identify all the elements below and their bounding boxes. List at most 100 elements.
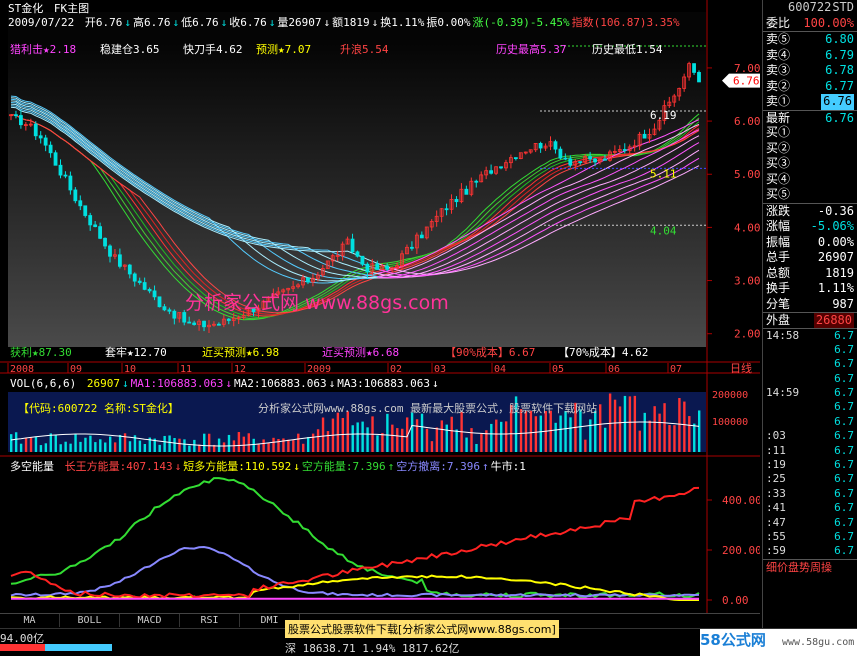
trade-row: :25 6.7 [763, 472, 857, 486]
trade-row: :41 6.7 [763, 501, 857, 515]
ask-list: 卖⑤ 6.80 卖④ 6.79 卖③ 6.78 卖② 6.77 卖① 6.76 [763, 31, 857, 110]
ask-label: 卖② [766, 78, 791, 93]
volume-bar [242, 436, 246, 452]
candle-body [43, 137, 48, 146]
trade-row: :03 6.7 [763, 429, 857, 443]
candle-body [98, 226, 102, 239]
ask-label: 卖⑤ [766, 32, 791, 46]
date-axis-label: 2008 [10, 364, 34, 375]
volume-bar [559, 415, 562, 452]
ask-price: 6.76 [821, 94, 854, 110]
tab-rsi[interactable]: RSI [180, 614, 240, 627]
indicator-item: ↑ [481, 460, 489, 473]
volume-bar [495, 419, 498, 452]
stat-value: 987 [832, 296, 854, 311]
price-level-label: 6.19 [650, 109, 677, 122]
status-ticker: 深 18638.71 1.94% 1817.62亿 [285, 642, 460, 655]
trade-time: :19 [766, 458, 786, 472]
candle-body [192, 322, 197, 325]
volume-axis-label: 200000 [712, 390, 748, 401]
volume-bar [420, 413, 424, 452]
bid-list: 买① 买② 买③ 买④ 买⑤ [763, 125, 857, 203]
volume-bar [84, 437, 87, 452]
signal-label: 稳建仓3.65 [100, 43, 160, 56]
signal-label: 套牢★12.70 [105, 346, 167, 359]
volume-bar [252, 438, 255, 452]
candle-body [568, 158, 573, 166]
tab-boll[interactable]: BOLL [60, 614, 120, 627]
quote-item: 开6.76 [84, 16, 123, 29]
volume-bar [297, 433, 300, 452]
period-label[interactable]: FK主图 [54, 2, 89, 15]
indicator-item: 空方撤离:7.396 [396, 460, 480, 473]
volume-bar [247, 433, 250, 452]
price-axis-label: 2.00 [734, 328, 760, 341]
trade-time: :55 [766, 529, 786, 543]
candle-body [444, 208, 449, 211]
candle-body [93, 224, 98, 228]
volume-bar [529, 410, 533, 452]
signal-label: 猎利击★2.18 [10, 43, 77, 56]
volume-bar [584, 439, 587, 452]
trade-row: 14:58 6.7 [763, 329, 857, 343]
trade-price: 6.7 [834, 386, 854, 400]
candle-body [103, 237, 107, 247]
volume-bar [79, 441, 82, 452]
stat-value: -5.06% [810, 219, 854, 233]
stat-row: 换手 1.11% [763, 281, 857, 297]
volume-bar [158, 444, 161, 452]
date-axis-period[interactable]: 日线 [730, 361, 752, 375]
candle-body [692, 63, 696, 73]
status-marquee[interactable]: 股票公式股票软件下载[分析家公式网www.88gs.com] [285, 620, 559, 638]
volume-bar [386, 413, 389, 452]
latest-label: 最新 [766, 110, 791, 125]
ask-price: 6.79 [825, 47, 854, 62]
side-std[interactable]: STD [832, 0, 854, 16]
volume-bar [128, 441, 132, 452]
trade-price: 6.7 [834, 371, 854, 385]
side-code: 600722 [788, 0, 832, 14]
candle-body [306, 277, 310, 283]
volume-bar [683, 401, 686, 452]
date-axis-label: 02 [390, 364, 402, 375]
chart-svg[interactable]: 7.00 6.00 5.00 4.00 3.00 2.00 6.19 5.11 4.04 6.76… [0, 0, 760, 630]
volume-bar [569, 417, 572, 452]
volume-bar [178, 438, 181, 452]
volume-bar [356, 422, 359, 452]
candle-body [216, 323, 221, 326]
tab-ma[interactable]: MA [0, 614, 60, 627]
latest-row: 最新 6.76 [763, 109, 857, 126]
volume-bar [257, 444, 260, 452]
chart-area[interactable]: 7.00 6.00 5.00 4.00 3.00 2.00 6.19 5.11 4.04 6.76… [0, 0, 760, 630]
volume-bar [89, 435, 92, 452]
signal-label: 获利★87.30 [10, 346, 72, 359]
tab-macd[interactable]: MACD [120, 614, 180, 627]
side-bottom-tabs[interactable]: 细价盘势周操 [763, 558, 857, 575]
volume-bar [430, 441, 434, 452]
signal-label: 历史最高5.37 [496, 43, 567, 56]
volume-bar [450, 416, 453, 452]
trade-row: :59 6.7 [763, 544, 857, 558]
trade-list[interactable]: 14:58 6.7 6.7 6.7 6.7 14:59 6.7 6.7 6.7:03 6.7:11… [763, 327, 857, 559]
volume-bar [316, 429, 320, 452]
candle-body [132, 273, 137, 282]
indicator-item: 牛市:1 [490, 460, 526, 473]
quote-item: ↓ [268, 16, 276, 29]
price-level-label: 5.11 [650, 167, 677, 180]
weibi-label: 委比 [766, 15, 791, 30]
volume-bar [401, 428, 404, 452]
candle-body [202, 320, 206, 328]
volume-bar [336, 412, 340, 452]
candle-body [78, 200, 83, 207]
volume-bar [34, 436, 38, 452]
trade-price: 6.7 [834, 486, 854, 500]
volume-bar [539, 415, 543, 452]
ask-row: 卖② 6.77 [763, 79, 857, 95]
candle-body [172, 310, 177, 319]
volume-bar [59, 444, 62, 452]
status-logo: 58公式网 www.58gu.com [700, 629, 857, 656]
volume-bar [628, 396, 632, 452]
volume-bar [173, 438, 176, 452]
volume-bar [693, 423, 696, 452]
outer-label: 外盘 [766, 313, 791, 327]
